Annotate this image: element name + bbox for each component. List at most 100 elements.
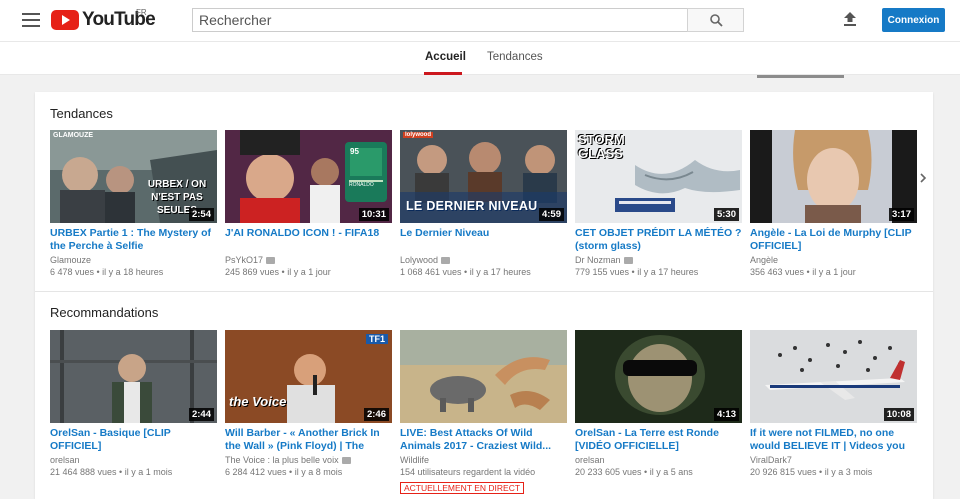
video-meta: 6 284 412 vues • il y a 8 mois xyxy=(225,467,343,477)
video-meta: 245 869 vues • il y a 1 jour xyxy=(225,267,331,277)
duration-badge: 10:08 xyxy=(883,408,914,421)
masthead: YouTube FR Connexion xyxy=(0,0,960,42)
card-name: RONALDO xyxy=(349,182,374,188)
video-meta: 1 068 461 vues • il y a 17 heures xyxy=(400,267,531,277)
video-thumbnail[interactable]: 2:44 xyxy=(50,330,217,423)
duration-badge: 2:46 xyxy=(363,408,389,421)
video-title[interactable]: LIVE: Best Attacks Of Wild Animals 2017 … xyxy=(400,427,567,453)
channel-label: Angèle xyxy=(750,255,779,265)
brand-watermark: GLAMOUZE xyxy=(53,132,94,139)
video-card[interactable]: 4:13 OrelSan - La Terre est Ronde [VIDÉO… xyxy=(575,330,742,478)
verified-icon xyxy=(441,256,451,264)
country-code: FR xyxy=(136,8,147,17)
guide-tabs: Accueil Tendances xyxy=(0,42,960,75)
duration-badge: 4:59 xyxy=(538,208,564,221)
channel-name[interactable]: orelsan xyxy=(50,454,217,466)
channel-label: Dr Nozman xyxy=(575,255,621,265)
channel-label: orelsan xyxy=(575,455,605,465)
channel-name[interactable]: PsYkO17 xyxy=(225,254,392,266)
play-icon xyxy=(51,10,79,30)
shelf-next-arrow-icon[interactable] xyxy=(919,172,927,184)
signin-button[interactable]: Connexion xyxy=(882,8,945,32)
video-card[interactable]: 2:44 OrelSan - Basique [CLIP OFFICIEL] o… xyxy=(50,330,217,478)
thumbnail-overlay-text: STORM GLASS xyxy=(578,132,625,161)
video-meta: 779 155 vues • il y a 17 heures xyxy=(575,267,699,277)
search-input[interactable] xyxy=(192,8,688,32)
video-card[interactable]: 95 RONALDO 10:31 J'AI RONALDO ICON ! - F… xyxy=(225,130,392,278)
hamburger-menu-icon[interactable] xyxy=(22,13,40,27)
video-thumbnail[interactable]: GLAMOUZE URBEX / ON N'EST PAS SEULES 2:5… xyxy=(50,130,217,223)
video-thumbnail[interactable]: TF1 the Voice 2:46 xyxy=(225,330,392,423)
video-meta: 21 464 888 vues • il y a 1 mois xyxy=(50,467,173,477)
channel-label: PsYkO17 xyxy=(225,255,264,265)
video-title[interactable]: Le Dernier Niveau xyxy=(400,227,567,253)
video-title[interactable]: J'AI RONALDO ICON ! - FIFA18 xyxy=(225,227,392,253)
verified-icon xyxy=(266,256,276,264)
video-thumbnail[interactable]: 10:08 xyxy=(750,330,917,423)
video-thumbnail[interactable]: lolywood LE DERNIER NIVEAU 4:59 xyxy=(400,130,567,223)
tab-accueil[interactable]: Accueil xyxy=(425,51,466,63)
duration-badge: 2:54 xyxy=(188,208,214,221)
channel-label: Glamouze xyxy=(50,255,92,265)
video-card[interactable]: STORM GLASS 5:30 CET OBJET PRÉDIT LA MÉT… xyxy=(575,130,742,278)
video-meta: 20 233 605 vues • il y a 5 ans xyxy=(575,467,693,477)
duration-badge: 10:31 xyxy=(358,208,389,221)
video-card[interactable]: LIVE: Best Attacks Of Wild Animals 2017 … xyxy=(400,330,567,496)
video-title[interactable]: OrelSan - Basique [CLIP OFFICIEL] xyxy=(50,427,217,453)
search-icon xyxy=(710,14,723,27)
video-thumbnail[interactable] xyxy=(400,330,567,423)
video-thumbnail[interactable]: STORM GLASS 5:30 xyxy=(575,130,742,223)
video-title[interactable]: OrelSan - La Terre est Ronde [VIDÉO OFFI… xyxy=(575,427,742,453)
channel-name[interactable]: Wildlife xyxy=(400,454,567,466)
duration-badge: 2:44 xyxy=(188,408,214,421)
channel-name[interactable]: Dr Nozman xyxy=(575,254,742,266)
active-tab-indicator xyxy=(424,72,462,75)
video-thumbnail[interactable]: 95 RONALDO 10:31 xyxy=(225,130,392,223)
channel-label: Wildlife xyxy=(400,455,430,465)
section-divider xyxy=(35,291,933,292)
video-title[interactable]: CET OBJET PRÉDIT LA MÉTÉO ? (storm glass… xyxy=(575,227,742,253)
section-title-recommandations: Recommandations xyxy=(50,305,159,320)
verified-icon xyxy=(623,256,633,264)
video-meta: 20 926 815 vues • il y a 3 mois xyxy=(750,467,873,477)
channel-label: ViralDark7 xyxy=(750,455,792,465)
channel-label: orelsan xyxy=(50,455,80,465)
section-title-tendances: Tendances xyxy=(50,106,113,121)
video-card[interactable]: 3:17 Angèle - La Loi de Murphy [CLIP OFF… xyxy=(750,130,917,278)
channel-name[interactable]: Lolywood xyxy=(400,254,567,266)
channel-name[interactable]: The Voice : la plus belle voix xyxy=(225,454,392,466)
scroll-indicator xyxy=(757,75,844,78)
duration-badge: 3:17 xyxy=(888,208,914,221)
video-title[interactable]: Will Barber - « Another Brick In the Wal… xyxy=(225,427,392,453)
tab-tendances[interactable]: Tendances xyxy=(487,51,543,63)
channel-label: Lolywood xyxy=(400,255,439,265)
video-card[interactable]: TF1 the Voice 2:46 Will Barber - « Anoth… xyxy=(225,330,392,478)
video-title[interactable]: If it were not FILMED, no one would BELI… xyxy=(750,427,917,453)
video-card[interactable]: GLAMOUZE URBEX / ON N'EST PAS SEULES 2:5… xyxy=(50,130,217,278)
upload-icon[interactable] xyxy=(842,11,858,27)
channel-name[interactable]: orelsan xyxy=(575,454,742,466)
video-thumbnail[interactable]: 3:17 xyxy=(750,130,917,223)
channel-label: The Voice : la plus belle voix xyxy=(225,455,339,465)
verified-icon xyxy=(341,456,351,464)
video-title[interactable]: Angèle - La Loi de Murphy [CLIP OFFICIEL… xyxy=(750,227,917,253)
search-button[interactable] xyxy=(687,8,744,32)
video-meta: 6 478 vues • il y a 18 heures xyxy=(50,267,164,277)
video-card[interactable]: 10:08 If it were not FILMED, no one woul… xyxy=(750,330,917,478)
channel-name[interactable]: Angèle xyxy=(750,254,917,266)
live-badge: ACTUELLEMENT EN DIRECT xyxy=(400,482,525,494)
video-meta: 154 utilisateurs regardent la vidéo xyxy=(400,467,536,477)
channel-name[interactable]: ViralDark7 xyxy=(750,454,917,466)
video-card[interactable]: lolywood LE DERNIER NIVEAU 4:59 Le Derni… xyxy=(400,130,567,278)
brand-watermark: TF1 xyxy=(365,334,388,344)
thumbnail-image xyxy=(400,330,567,423)
duration-badge: 5:30 xyxy=(713,208,739,221)
card-rating: 95 xyxy=(350,147,359,156)
video-title[interactable]: URBEX Partie 1 : The Mystery of the Perc… xyxy=(50,227,217,253)
brand-watermark: lolywood xyxy=(403,132,433,138)
feed-panel: Tendances GLAMOUZE URBEX / ON N'EST PAS … xyxy=(35,92,933,499)
thumbnail-overlay-text: LE DERNIER NIVEAU xyxy=(406,199,538,213)
video-thumbnail[interactable]: 4:13 xyxy=(575,330,742,423)
channel-name[interactable]: Glamouze xyxy=(50,254,217,266)
video-meta: 356 463 vues • il y a 1 jour xyxy=(750,267,856,277)
